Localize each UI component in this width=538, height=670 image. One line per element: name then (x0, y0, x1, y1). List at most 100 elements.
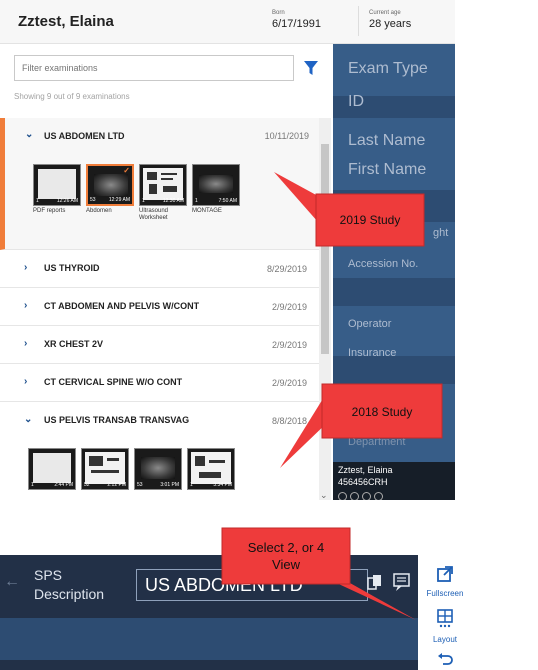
checkmark-icon: ✓ (123, 166, 130, 175)
current-age-label: Current age (369, 10, 401, 16)
showing-count: Showing 9 out of 9 examinations (14, 92, 130, 101)
exam-title: US PELVIS TRANSAB TRANSVAG (44, 415, 190, 425)
thumbnail-image[interactable]: 1 12:26 AM (33, 164, 81, 206)
exam-date: 2/9/2019 (271, 378, 307, 388)
exam-row-ct-cervical-spine[interactable]: › CT CERVICAL SPINE W/O CONT 2/9/2019 (0, 364, 319, 402)
layout-button[interactable]: Layout (418, 609, 472, 644)
exam-date: 10/11/2019 (264, 131, 309, 141)
born-label: Born (272, 10, 285, 16)
viewer-info-band (0, 618, 418, 660)
thumbnail-2018-3[interactable]: 53 3:01 PM (134, 448, 182, 490)
thumbnail-abdomen[interactable]: ✓ 53 12:29 AM Abdomen (86, 164, 134, 222)
thumbnail-image[interactable]: 52 2:12 PM (81, 448, 129, 490)
first-name-field: First Name (348, 161, 427, 178)
thumbnail-image[interactable]: 1 2:44 PM (28, 448, 76, 490)
height-field: ght (433, 227, 449, 239)
filter-examinations-input[interactable] (14, 55, 294, 81)
thumbnail-caption: Ultrasound Worksheet (139, 208, 169, 222)
funnel-icon[interactable] (303, 59, 319, 77)
exam-row-us-thyroid[interactable]: › US THYROID 8/29/2019 (0, 250, 319, 288)
current-age: 28 years (369, 18, 412, 30)
exam-title: CT ABDOMEN AND PELVIS W/CONT (44, 301, 200, 311)
worksheet-preview (85, 452, 125, 484)
chevron-right-icon[interactable]: › (24, 339, 27, 349)
exam-row-us-abdomen-ltd[interactable]: ⌄ US ABDOMEN LTD 10/11/2019 1 12:26 AM PD… (0, 118, 319, 250)
thumbnail-ultrasound-worksheet[interactable]: 1 12:30 AM Ultrasound Worksheet (139, 164, 187, 222)
exam-date: 2/9/2019 (271, 302, 307, 312)
copy-series-icon[interactable] (367, 574, 383, 590)
exam-date: 2/9/2019 (271, 340, 307, 350)
sps-label-line2: Description (34, 586, 105, 602)
fullscreen-button[interactable]: Fullscreen (418, 565, 472, 598)
thumbnail-2018-2[interactable]: 52 2:12 PM (81, 448, 129, 490)
callout-2019-label: 2019 Study (339, 213, 401, 227)
document-preview (33, 453, 71, 483)
sps-description-field[interactable] (136, 569, 368, 601)
thumbnail-image[interactable]: 53 3:01 PM (134, 448, 182, 490)
thumbnail-montage[interactable]: 1 7:50 AM MONTAGE (192, 164, 240, 222)
report-icon[interactable] (392, 572, 412, 592)
thumbnail-2018-4[interactable]: 1 3:34 PM (187, 448, 235, 490)
exam-details-panel: Exam Type ID Last Name First Name ght Ac… (333, 44, 455, 500)
id-field: ID (348, 93, 364, 110)
exam-row-xr-chest[interactable]: › XR CHEST 2V 2/9/2019 (0, 326, 319, 364)
thumbnail-stamp: 1 12:26 AM (36, 198, 78, 204)
thumbnail-image-selected[interactable]: ✓ 53 12:29 AM (86, 164, 134, 206)
exam-list-panel: Zztest, Elaina Born 6/17/1991 Current ag… (0, 0, 455, 500)
viewer-side-toolbar: Fullscreen Layout (418, 555, 472, 670)
document-preview (38, 169, 76, 199)
thumbnail-stamp: 1 3:34 PM (190, 482, 232, 488)
undo-arrow-icon (438, 653, 453, 665)
fullscreen-label: Fullscreen (426, 589, 464, 598)
patient-header: Zztest, Elaina Born 6/17/1991 Current ag… (0, 0, 455, 44)
viewer-toolbar: ← SPS Description (0, 555, 418, 618)
chevron-right-icon[interactable]: › (24, 263, 27, 273)
panel-band (333, 384, 455, 462)
thumbnail-stamp: 53 3:01 PM (137, 482, 179, 488)
undo-button[interactable] (418, 653, 472, 670)
exam-type-field: Exam Type (348, 60, 428, 77)
external-window-icon (437, 566, 453, 582)
chevron-down-small-icon[interactable]: ⌄ (320, 490, 328, 500)
thumbnail-image[interactable]: 1 3:34 PM (187, 448, 235, 490)
series-thumbnails: 1 12:26 AM PDF reports ✓ 53 12:29 AM Abdom… (33, 164, 240, 222)
callout-select-view-line1: Select 2, or 4 (247, 540, 325, 555)
born-date: 6/17/1991 (272, 18, 321, 30)
exam-list: ⌄ US ABDOMEN LTD 10/11/2019 1 12:26 AM PD… (0, 118, 319, 498)
thumbnail-caption: MONTAGE (192, 208, 222, 214)
back-arrow-icon[interactable]: ← (4, 573, 20, 591)
footer-patient-name: Zztest, Elaina (338, 465, 393, 475)
circle-control-icon[interactable] (350, 492, 359, 500)
exam-title: US THYROID (44, 263, 100, 273)
chevron-down-icon[interactable]: ⌄ (25, 130, 33, 140)
scrollbar-thumb[interactable] (321, 144, 329, 354)
operator-field: Operator (348, 318, 392, 330)
thumbnail-stamp: 52 2:12 PM (84, 482, 126, 488)
thumbnail-2018-1[interactable]: 1 2:44 PM (28, 448, 76, 490)
circle-control-icon[interactable] (374, 492, 383, 500)
insurance-field: Insurance (348, 347, 397, 359)
footer-controls (338, 492, 383, 500)
sps-label-line1: SPS (34, 567, 63, 583)
ultrasound-preview (141, 457, 175, 479)
thumbnail-stamp: 1 2:44 PM (31, 482, 73, 488)
thumbnail-image[interactable]: 1 7:50 AM (192, 164, 240, 206)
thumbnail-caption: Abdomen (86, 208, 112, 214)
patient-name: Zztest, Elaina (18, 13, 114, 30)
chevron-right-icon[interactable]: › (24, 377, 27, 387)
thumbnail-stamp: 53 12:29 AM (90, 197, 130, 203)
circle-control-icon[interactable] (362, 492, 371, 500)
layout-label: Layout (432, 635, 458, 644)
chevron-right-icon[interactable]: › (24, 301, 27, 311)
exam-title: XR CHEST 2V (44, 339, 104, 349)
exam-row-us-pelvis[interactable]: ⌄ US PELVIS TRANSAB TRANSVAG 8/8/2018 12… (0, 402, 319, 498)
chevron-down-icon[interactable]: ⌄ (24, 415, 32, 425)
thumbnail-image[interactable]: 1 12:30 AM (139, 164, 187, 206)
last-name-field: Last Name (348, 132, 426, 149)
footer-patient-id: 456456CRH (338, 477, 388, 487)
panel-band (333, 118, 455, 190)
thumbnail-pdf-reports[interactable]: 1 12:26 AM PDF reports (33, 164, 81, 222)
callout-2018-label: 2018 Study (351, 405, 413, 419)
exam-row-ct-abdomen-pelvis[interactable]: › CT ABDOMEN AND PELVIS W/CONT 2/9/2019 (0, 288, 319, 326)
circle-control-icon[interactable] (338, 492, 347, 500)
